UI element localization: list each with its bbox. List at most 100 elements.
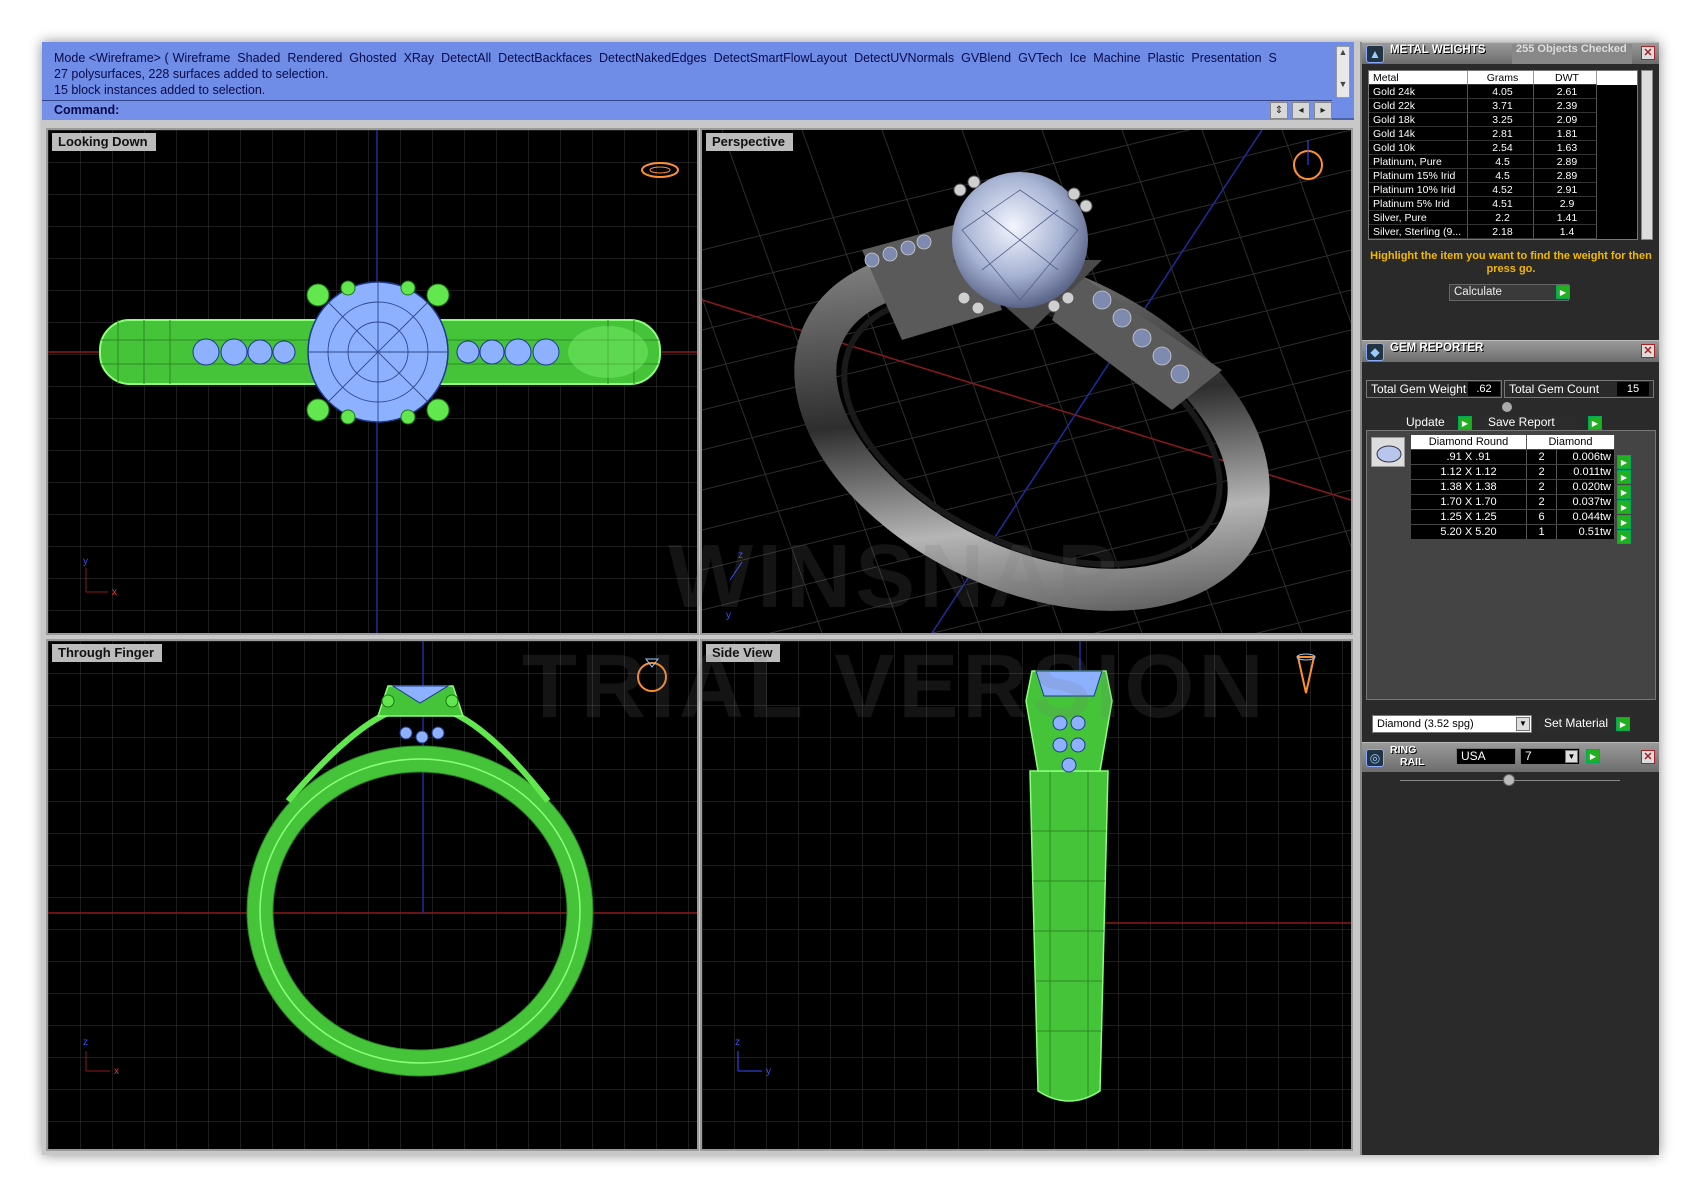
viewport-title[interactable]: Looking Down: [52, 133, 156, 151]
mode-option[interactable]: S: [1269, 51, 1277, 65]
scroll-down-icon[interactable]: ▼: [1337, 79, 1349, 95]
metal-weights-header: ▲ METAL WEIGHTS 255 Objects Checked ✕: [1362, 42, 1659, 64]
ring-render[interactable]: [764, 172, 1299, 633]
table-row[interactable]: Platinum, Pure 4.5 2.89: [1369, 155, 1637, 169]
viewport-title[interactable]: Perspective: [706, 133, 793, 151]
total-gem-count-value: 15: [1617, 382, 1649, 396]
table-row[interactable]: Silver, Sterling (9... 2.18 1.4: [1369, 225, 1637, 239]
ring-rail-go-button[interactable]: ▶: [1586, 749, 1600, 763]
close-icon[interactable]: ✕: [1641, 750, 1655, 764]
mode-option[interactable]: Ice: [1070, 51, 1087, 65]
row-go-button[interactable]: ▶: [1617, 485, 1631, 499]
table-row[interactable]: Gold 14k 2.81 1.81: [1369, 127, 1637, 141]
metal-weights-icon: ▲: [1366, 45, 1384, 63]
material-select[interactable]: Diamond (3.52 spg) ▼: [1372, 715, 1532, 733]
viewport-title[interactable]: Through Finger: [52, 644, 163, 662]
table-row[interactable]: Gold 18k 3.25 2.09: [1369, 113, 1637, 127]
table-row[interactable]: Platinum 15% Irid 4.5 2.89: [1369, 169, 1637, 183]
table-row[interactable]: Platinum 5% Irid 4.51 2.9: [1369, 197, 1637, 211]
row-go-button[interactable]: ▶: [1617, 530, 1631, 544]
viewport-side-view[interactable]: Side View z y: [700, 639, 1353, 1151]
table-row[interactable]: .91 X .91 2 0.006tw: [1411, 450, 1615, 465]
row-go-button[interactable]: ▶: [1617, 500, 1631, 514]
grid: [48, 641, 697, 1149]
viewport-perspective[interactable]: Perspective z y: [700, 128, 1353, 635]
total-gem-weight-value: .62: [1468, 382, 1500, 396]
grid: [702, 641, 1351, 1149]
mode-option[interactable]: Plastic: [1148, 51, 1185, 65]
go-button[interactable]: ▶: [1556, 285, 1570, 299]
mode-option[interactable]: DetectBackfaces: [498, 51, 592, 65]
ring-size-select[interactable]: 7 ▼: [1520, 748, 1580, 765]
mode-option[interactable]: Ghosted: [349, 51, 396, 65]
axis-label-z: z: [735, 1037, 740, 1048]
update-go-button[interactable]: ▶: [1458, 416, 1472, 430]
column-header[interactable]: Metal: [1369, 71, 1468, 85]
mode-option[interactable]: Wireframe: [173, 51, 231, 65]
axis-label-y: y: [766, 1066, 771, 1077]
splitter-knob[interactable]: [1503, 774, 1515, 786]
axis-label-x: x: [114, 1066, 119, 1077]
spin-icon[interactable]: ⇕: [1270, 102, 1288, 119]
calculate-label: Calculate: [1454, 286, 1502, 298]
history-scrollbar[interactable]: ▲ ▼: [1336, 46, 1350, 98]
set-material-go-button[interactable]: ▶: [1616, 717, 1630, 731]
forward-arrow-icon[interactable]: ▸: [1314, 102, 1332, 119]
save-go-button[interactable]: ▶: [1588, 416, 1602, 430]
command-area: Mode <Wireframe> (Wireframe Shaded Rendere…: [42, 42, 1354, 120]
view-cube-icon[interactable]: [1293, 140, 1323, 180]
mode-option[interactable]: GVBlend: [961, 51, 1011, 65]
scroll-up-icon[interactable]: ▲: [1337, 47, 1349, 63]
metal-weights-table[interactable]: Metal Grams DWT Gold 24k 4.05 2.61 Gold 22…: [1368, 70, 1638, 240]
chevron-down-icon[interactable]: ▼: [1516, 717, 1530, 731]
table-row[interactable]: Platinum 10% Irid 4.52 2.91: [1369, 183, 1637, 197]
ring-size-region[interactable]: USA: [1456, 748, 1516, 765]
mode-option[interactable]: XRay: [404, 51, 435, 65]
gem-list[interactable]: Diamond Round Diamond .91 X .91 2 0.006tw …: [1366, 430, 1656, 700]
table-row[interactable]: Silver, Pure 2.2 1.41: [1369, 211, 1637, 225]
mode-option[interactable]: Shaded: [237, 51, 280, 65]
ring-wireframe-side[interactable]: [1025, 670, 1113, 1102]
table-scrollbar[interactable]: [1641, 70, 1653, 240]
history-line: 27 polysurfaces, 228 surfaces added to s…: [54, 67, 329, 81]
viewport-title[interactable]: Side View: [706, 644, 781, 662]
close-icon[interactable]: ✕: [1641, 344, 1655, 358]
mode-option[interactable]: DetectAll: [441, 51, 491, 65]
mode-option[interactable]: DetectNakedEdges: [599, 51, 707, 65]
viewport-looking-down[interactable]: Looking Down y x: [46, 128, 699, 635]
mode-option[interactable]: DetectSmartFlowLayout: [714, 51, 847, 65]
mode-option[interactable]: Presentation: [1191, 51, 1261, 65]
calculate-dropdown[interactable]: Calculate: [1449, 284, 1569, 301]
mode-option[interactable]: Rendered: [287, 51, 342, 65]
row-go-button[interactable]: ▶: [1617, 515, 1631, 529]
rhino-window: Mode <Wireframe> (Wireframe Shaded Rendere…: [42, 42, 1659, 1155]
table-row[interactable]: 5.20 X 5.20 1 0.51tw: [1411, 525, 1615, 540]
close-icon[interactable]: ✕: [1641, 46, 1655, 60]
chevron-down-icon[interactable]: ▼: [1565, 750, 1578, 763]
table-row[interactable]: 1.25 X 1.25 6 0.044tw: [1411, 510, 1615, 525]
table-row[interactable]: Gold 24k 4.05 2.61: [1369, 85, 1637, 99]
mode-option[interactable]: GVTech: [1018, 51, 1062, 65]
table-row[interactable]: 1.38 X 1.38 2 0.020tw: [1411, 480, 1615, 495]
command-prompt[interactable]: Command: ⇕ ◂ ▸: [42, 100, 1332, 120]
mode-option[interactable]: Machine: [1093, 51, 1140, 65]
column-header[interactable]: Grams: [1468, 71, 1534, 85]
viewport-canvas: z y: [702, 641, 1351, 1149]
splitter-knob[interactable]: [1502, 402, 1512, 412]
axis-label-y: y: [83, 556, 88, 567]
back-arrow-icon[interactable]: ◂: [1292, 102, 1310, 119]
row-go-button[interactable]: ▶: [1617, 455, 1631, 469]
viewport-canvas: y x: [48, 130, 697, 633]
mode-option[interactable]: DetectUVNormals: [854, 51, 954, 65]
table-row[interactable]: Gold 10k 2.54 1.63: [1369, 141, 1637, 155]
table-row[interactable]: 1.70 X 1.70 2 0.037tw: [1411, 495, 1615, 510]
history-line: 15 block instances added to selection.: [54, 83, 266, 97]
row-go-button[interactable]: ▶: [1617, 470, 1631, 484]
column-header[interactable]: DWT: [1534, 71, 1597, 85]
diamond-icon: [1371, 437, 1405, 467]
axis-gizmo: z y: [726, 550, 743, 621]
viewport-through-finger[interactable]: Through Finger z x: [46, 639, 699, 1151]
table-row[interactable]: Gold 22k 3.71 2.39: [1369, 99, 1637, 113]
gem-table[interactable]: Diamond Round Diamond .91 X .91 2 0.006tw …: [1411, 435, 1615, 540]
table-row[interactable]: 1.12 X 1.12 2 0.011tw: [1411, 465, 1615, 480]
